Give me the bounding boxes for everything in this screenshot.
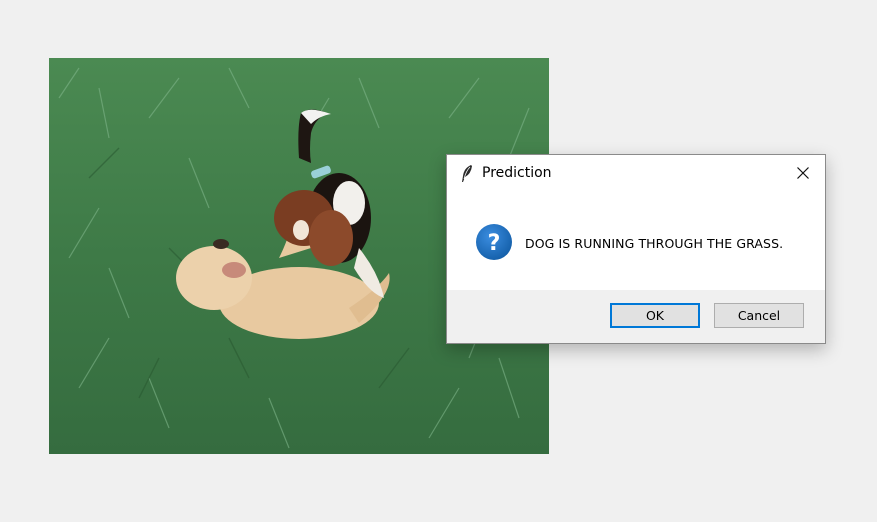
dialog-titlebar[interactable]: Prediction — [447, 155, 825, 193]
dialog-body: ? DOG IS RUNNING THROUGH THE GRASS. — [447, 193, 825, 291]
close-button[interactable] — [781, 155, 825, 193]
dialog-footer: OK Cancel — [447, 290, 825, 343]
svg-text:?: ? — [488, 231, 501, 256]
close-icon — [796, 165, 810, 184]
cancel-button[interactable]: Cancel — [714, 303, 804, 328]
prediction-dialog: Prediction ? DOG IS RUNNING THROUGH THE … — [446, 154, 826, 344]
question-icon: ? — [475, 223, 513, 261]
dialog-title: Prediction — [482, 165, 552, 181]
ok-button[interactable]: OK — [610, 303, 700, 328]
dialog-message: DOG IS RUNNING THROUGH THE GRASS. — [525, 236, 784, 251]
feather-icon — [460, 164, 474, 184]
